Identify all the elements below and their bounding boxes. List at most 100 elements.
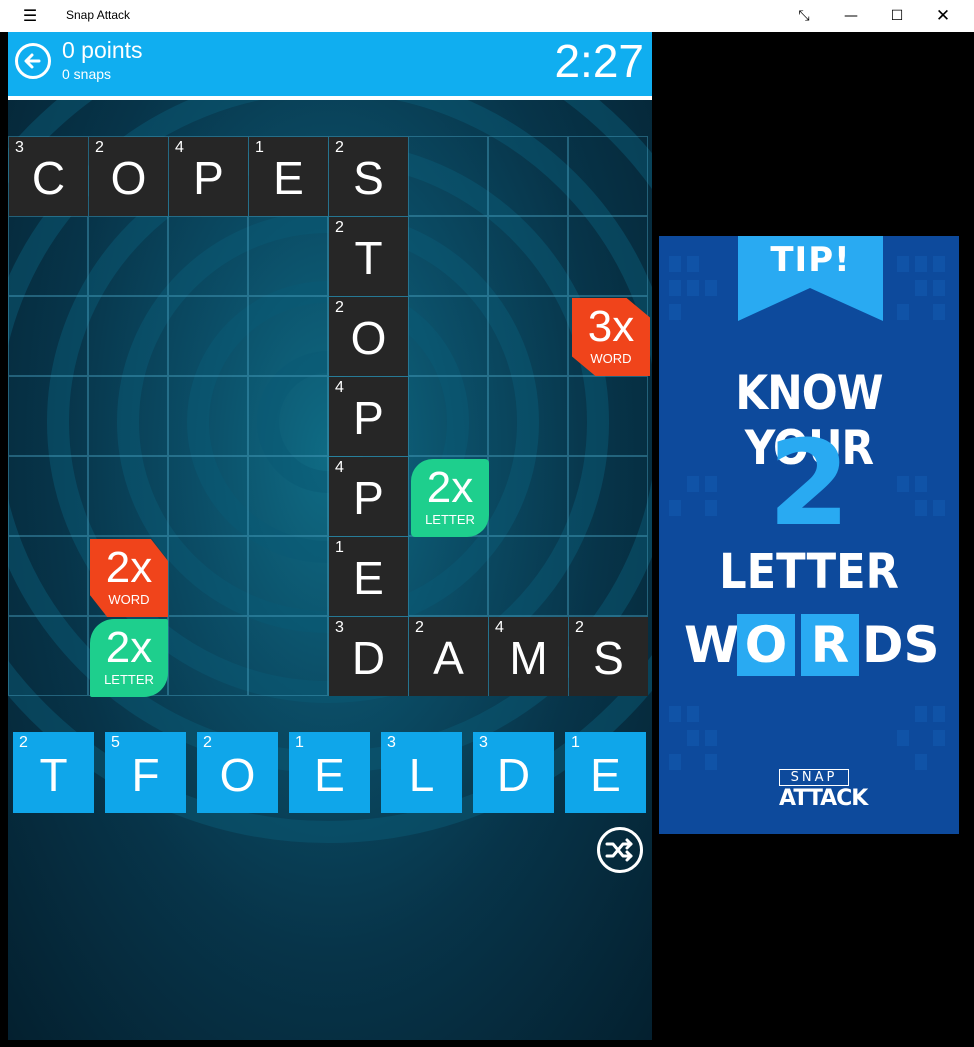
board-tile[interactable]: 2 O [329, 297, 408, 376]
board-tile[interactable]: 4 P [169, 137, 248, 216]
board-tile[interactable]: 1 E [329, 537, 408, 616]
ad-word-letter-box: O [737, 614, 795, 676]
timer: 2:27 [554, 35, 644, 87]
logo-bottom-text: ATTACK [779, 786, 868, 811]
board-cell[interactable] [8, 216, 88, 296]
bonus-2x-letter[interactable]: 2x LETTER [411, 459, 489, 537]
rack-tile[interactable]: 1 E [565, 732, 646, 813]
board-cell[interactable] [488, 296, 568, 376]
board-cell[interactable] [248, 296, 328, 376]
board-tile[interactable]: 2 S [569, 617, 648, 696]
ad-word-letter: W [684, 616, 740, 674]
tile-letter: F [131, 749, 160, 801]
board-cell[interactable] [88, 456, 168, 536]
rack-tile[interactable]: 2 O [197, 732, 278, 813]
tile-letter: M [509, 632, 548, 684]
board-cell[interactable] [248, 216, 328, 296]
board-cell[interactable] [488, 536, 568, 616]
board-cell[interactable] [488, 456, 568, 536]
game-board[interactable]: 3 C 2 O 4 P 1 E 2 S 2 T 2 O 4 P 4 P 1 E … [8, 136, 652, 698]
snap-attack-logo: SNAP ATTACK [779, 769, 868, 811]
board-tile[interactable]: 3 C [9, 137, 88, 216]
board-cell[interactable] [248, 456, 328, 536]
board-cell[interactable] [568, 136, 648, 216]
board-cell[interactable] [168, 536, 248, 616]
board-tile[interactable]: 4 P [329, 377, 408, 456]
board-cell[interactable] [488, 136, 568, 216]
board-cell[interactable] [168, 216, 248, 296]
board-cell[interactable] [8, 536, 88, 616]
board-cell[interactable] [488, 376, 568, 456]
rack-tile[interactable]: 2 T [13, 732, 94, 813]
board-cell[interactable] [568, 456, 648, 536]
board-cell[interactable] [408, 376, 488, 456]
bonus-type: LETTER [104, 672, 154, 687]
tile-letter: S [353, 152, 384, 204]
board-cell[interactable] [168, 376, 248, 456]
board-cell[interactable] [8, 456, 88, 536]
maximize-icon[interactable]: ☐ [874, 0, 920, 32]
board-cell[interactable] [8, 616, 88, 696]
bonus-type: LETTER [425, 512, 475, 527]
board-cell[interactable] [568, 376, 648, 456]
tile-letter: P [353, 392, 384, 444]
board-cell[interactable] [168, 616, 248, 696]
tip-ad-panel[interactable]: TIP! KNOW YOUR 2 LETTER W O R DS SNAP AT… [659, 236, 959, 834]
board-cell[interactable] [568, 216, 648, 296]
board-cell[interactable] [408, 216, 488, 296]
window-title: Snap Attack [66, 8, 131, 22]
bonus-multiplier: 2x [426, 463, 474, 512]
board-cell[interactable] [8, 296, 88, 376]
rack-tile[interactable]: 3 L [381, 732, 462, 813]
hamburger-icon[interactable]: ☰ [20, 7, 40, 25]
arrow-left-icon [24, 53, 41, 69]
ad-headline-line2: LETTER [719, 544, 899, 600]
board-tile[interactable]: 2 A [409, 617, 488, 696]
board-cell[interactable] [568, 536, 648, 616]
board-cell[interactable] [168, 456, 248, 536]
board-cell[interactable] [8, 376, 88, 456]
board-cell[interactable] [408, 536, 488, 616]
bonus-multiplier: 2x [105, 623, 153, 672]
board-tile[interactable]: 2 T [329, 217, 408, 296]
rack-tile[interactable]: 1 E [289, 732, 370, 813]
header-divider [8, 96, 652, 100]
tile-letter: S [593, 632, 624, 684]
minimize-icon[interactable]: — [828, 0, 874, 32]
bonus-2x-letter[interactable]: 2x LETTER [90, 619, 168, 697]
tile-letter: O [219, 749, 256, 801]
tile-letter: T [354, 232, 383, 284]
bonus-3x-word[interactable]: 3x WORD [572, 298, 650, 376]
tile-letter: O [350, 312, 387, 364]
board-cell[interactable] [88, 216, 168, 296]
points-label: 0 points [62, 37, 143, 63]
rack-tile[interactable]: 3 D [473, 732, 554, 813]
board-tile[interactable]: 2 S [329, 137, 408, 216]
expand-icon[interactable]: ⤡ [781, 0, 827, 32]
board-tile[interactable]: 2 O [89, 137, 168, 216]
board-cell[interactable] [88, 296, 168, 376]
board-cell[interactable] [248, 616, 328, 696]
rack-tile[interactable]: 5 F [105, 732, 186, 813]
back-button[interactable] [15, 43, 51, 79]
board-cell[interactable] [88, 376, 168, 456]
board-tile[interactable]: 1 E [249, 137, 328, 216]
board-tile[interactable]: 4 M [489, 617, 568, 696]
tile-letter: C [31, 152, 66, 204]
board-cell[interactable] [488, 216, 568, 296]
board-cell[interactable] [408, 136, 488, 216]
bonus-2x-word[interactable]: 2x WORD [90, 539, 168, 617]
board-tile[interactable]: 3 D [329, 617, 408, 696]
shuffle-button[interactable] [597, 827, 643, 873]
letter-rack: 2 T 5 F 2 O 1 E 3 L 3 D 1 E [8, 732, 652, 814]
close-icon[interactable]: ✕ [920, 0, 966, 32]
board-cell[interactable] [248, 536, 328, 616]
tile-letter: A [433, 632, 464, 684]
bonus-type: WORD [590, 351, 632, 366]
board-cell[interactable] [168, 296, 248, 376]
bonus-multiplier: 3x [587, 302, 635, 351]
board-cell[interactable] [248, 376, 328, 456]
board-tile[interactable]: 4 P [329, 457, 408, 536]
board-cell[interactable] [408, 296, 488, 376]
tile-letter: E [353, 552, 384, 604]
